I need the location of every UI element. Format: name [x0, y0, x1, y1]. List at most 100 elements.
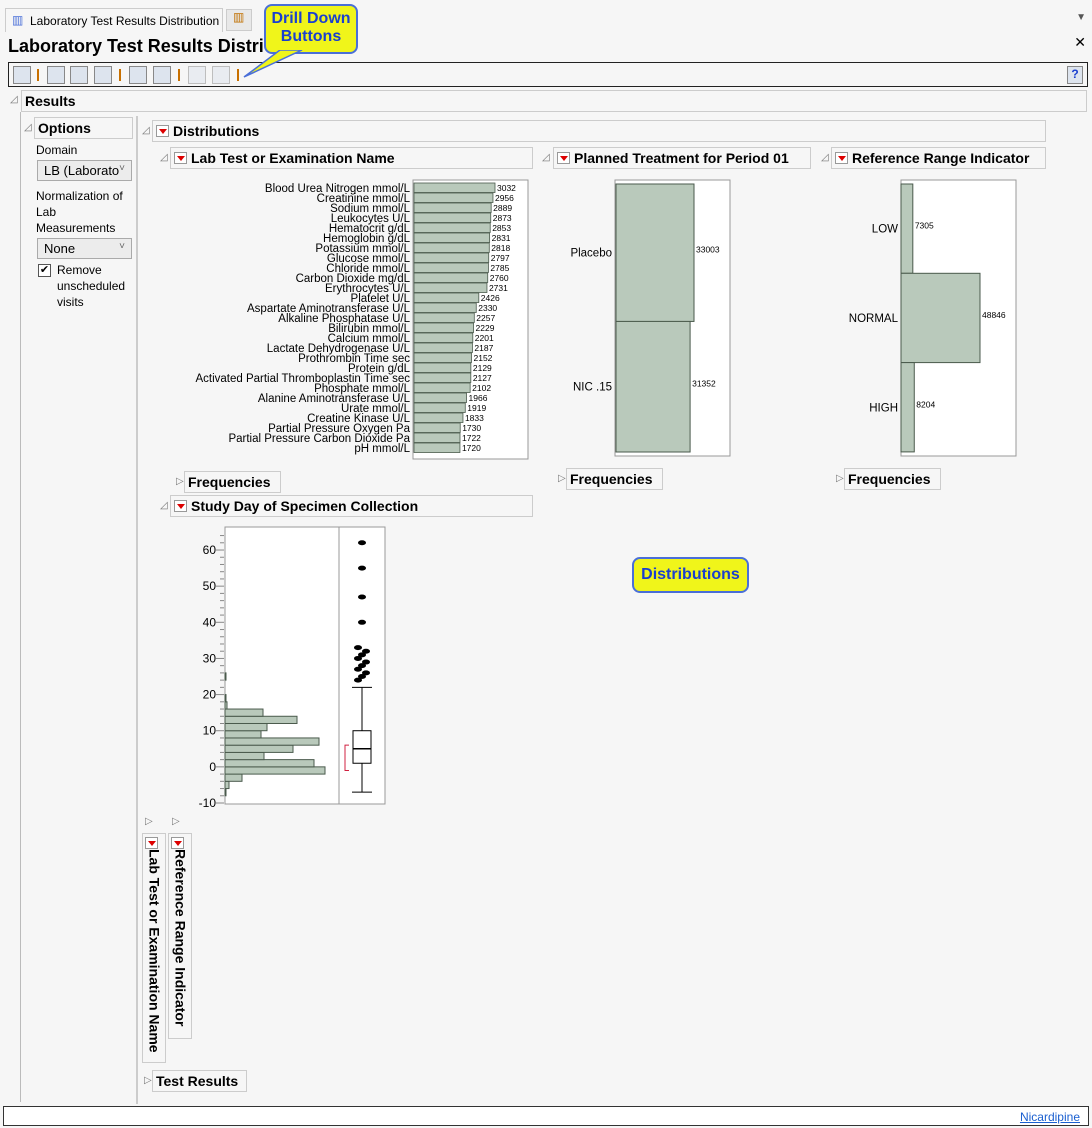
divider — [136, 116, 138, 1104]
bar — [413, 442, 461, 453]
expand-triangle-icon[interactable]: ▷ — [172, 816, 180, 827]
normalization-select[interactable]: None — [37, 238, 132, 259]
expand-triangle-icon[interactable]: ▷ — [144, 1075, 152, 1086]
bar — [413, 192, 494, 203]
category-label: Leukocytes U/L — [331, 213, 411, 225]
status-bar: Nicardipine — [3, 1106, 1089, 1126]
add-note-icon[interactable] — [129, 66, 147, 84]
value-label: 2127 — [473, 373, 492, 383]
category-label: Hematocrit g/dL — [329, 223, 411, 235]
divider — [237, 69, 239, 81]
collapse-triangle-icon[interactable]: ◿ — [160, 152, 168, 163]
test-results-header[interactable]: Test Results — [152, 1070, 247, 1092]
category-label: Glucose mmol/L — [327, 253, 411, 265]
red-triangle-menu-icon[interactable] — [171, 837, 184, 849]
value-label: 2818 — [491, 243, 510, 253]
divider — [119, 69, 121, 81]
category-label: pH mmol/L — [354, 443, 410, 455]
reference-range-header[interactable]: Reference Range Indicator — [831, 147, 1046, 169]
red-triangle-menu-icon[interactable] — [557, 152, 570, 164]
study-day-header[interactable]: Study Day of Specimen Collection — [170, 495, 533, 517]
filter-icon[interactable] — [188, 66, 206, 84]
bar — [413, 222, 491, 233]
bar — [413, 182, 496, 193]
bar — [413, 362, 472, 373]
remove-unscheduled-checkbox[interactable]: ✔ — [38, 264, 51, 277]
bar — [900, 183, 914, 274]
view-notes-icon[interactable] — [153, 66, 171, 84]
tab-lab-results[interactable]: ▥ Laboratory Test Results Distribution — [5, 8, 223, 32]
value-label: 2956 — [495, 193, 514, 203]
toolbar: ? — [8, 62, 1088, 87]
value-label: 1966 — [469, 393, 488, 403]
expand-triangle-icon[interactable]: ▷ — [836, 473, 844, 484]
outlier-point — [358, 663, 366, 669]
report-icon[interactable] — [94, 66, 112, 84]
expand-triangle-icon[interactable]: ▷ — [145, 816, 153, 827]
frequencies-header[interactable]: Frequencies — [844, 468, 941, 490]
collapse-triangle-icon[interactable]: ◿ — [821, 152, 829, 163]
value-label: 1720 — [462, 443, 481, 453]
expand-triangle-icon[interactable]: ▷ — [176, 476, 184, 487]
close-icon[interactable]: ✕ — [1074, 34, 1086, 51]
red-triangle-menu-icon[interactable] — [835, 152, 848, 164]
category-label: Creatine Kinase U/L — [307, 413, 411, 425]
category-label: Activated Partial Thromboplastin Time se… — [195, 373, 410, 385]
frequencies-header[interactable]: Frequencies — [184, 471, 281, 493]
bar — [413, 272, 489, 283]
category-label: Urate mmol/L — [341, 403, 411, 415]
outlier-point — [358, 594, 366, 600]
bar — [413, 402, 466, 413]
bar — [615, 320, 691, 453]
outlier-point — [354, 677, 362, 683]
value-label: 2785 — [490, 263, 509, 273]
collapse-triangle-icon[interactable]: ◿ — [24, 122, 32, 133]
red-triangle-menu-icon[interactable] — [156, 125, 169, 137]
help-icon[interactable]: ? — [1067, 66, 1083, 84]
expand-triangle-icon[interactable]: ▷ — [558, 473, 566, 484]
results-header[interactable]: Results — [21, 90, 1087, 112]
bar — [413, 252, 490, 263]
bar — [413, 262, 489, 273]
shortest-half-bracket — [344, 744, 349, 771]
options-header[interactable]: Options — [34, 117, 133, 139]
tab-report-icon[interactable]: ▥ — [226, 9, 252, 31]
histogram-bar — [224, 751, 265, 761]
histogram-bar — [224, 788, 227, 797]
collapse-triangle-icon[interactable]: ◿ — [542, 152, 550, 163]
y-tick-label: -10 — [199, 796, 217, 810]
value-label: 31352 — [692, 379, 716, 389]
bar — [413, 212, 492, 223]
frequencies-header[interactable]: Frequencies — [566, 468, 663, 490]
data-table-icon[interactable] — [47, 66, 65, 84]
lab-test-vertical-header[interactable]: Lab Test or Examination Name — [142, 833, 166, 1063]
category-label: NORMAL — [849, 313, 899, 325]
red-triangle-menu-icon[interactable] — [145, 837, 158, 849]
footer-link[interactable]: Nicardipine — [1020, 1110, 1080, 1124]
bar — [900, 362, 915, 453]
collapse-triangle-icon[interactable]: ◿ — [142, 125, 150, 136]
red-triangle-menu-icon[interactable] — [174, 500, 187, 512]
collapse-triangle-icon[interactable]: ◿ — [10, 94, 18, 105]
treatment-header[interactable]: Planned Treatment for Period 01 — [553, 147, 811, 169]
plot-frame — [614, 179, 731, 457]
bar — [413, 302, 477, 313]
bar-chart-icon: ▥ — [233, 10, 245, 24]
distributions-header[interactable]: Distributions — [152, 120, 1046, 142]
tab-menu-icon[interactable]: ▼ — [1076, 12, 1086, 23]
category-label: NIC .15 — [573, 382, 612, 394]
red-triangle-menu-icon[interactable] — [174, 152, 187, 164]
lab-test-header[interactable]: Lab Test or Examination Name — [170, 147, 533, 169]
reference-range-vertical-header[interactable]: Reference Range Indicator — [168, 833, 192, 1039]
value-label: 2102 — [472, 383, 491, 393]
chart-filter-icon[interactable] — [212, 66, 230, 84]
subject-profile-icon[interactable] — [70, 66, 88, 84]
domain-select[interactable]: LB (Laborato — [37, 160, 132, 181]
callout-drill-down: Drill Down Buttons — [264, 4, 358, 54]
value-label: 2129 — [473, 363, 492, 373]
category-label: Hemoglobin g/dL — [323, 233, 411, 245]
histogram-bar — [224, 701, 228, 710]
export-icon[interactable] — [13, 66, 31, 84]
collapse-triangle-icon[interactable]: ◿ — [160, 500, 168, 511]
histogram-bar — [224, 730, 262, 739]
